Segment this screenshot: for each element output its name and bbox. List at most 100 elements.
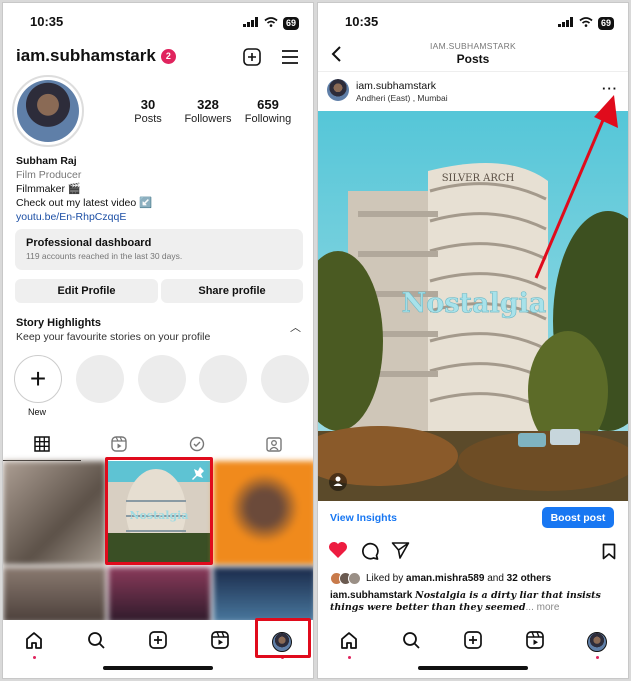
verified-check-icon xyxy=(189,436,205,457)
post-caption: iam.subhamstark Nostalgia is a dirty lia… xyxy=(330,590,620,614)
dashboard-title: Professional dashboard xyxy=(26,237,152,249)
stat-posts-label: Posts xyxy=(134,113,162,125)
share-profile-button[interactable]: Share profile xyxy=(161,279,303,303)
plus-square-icon xyxy=(148,630,168,655)
wifi-icon xyxy=(264,14,278,32)
signal-icon xyxy=(242,14,259,32)
user-tag-icon[interactable] xyxy=(329,473,347,491)
plus-square-icon xyxy=(463,630,483,655)
highlight-box xyxy=(105,457,213,565)
bottom-nav xyxy=(318,620,628,664)
signal-icon xyxy=(557,14,574,32)
liked-by[interactable]: Liked by aman.mishra589 and 32 others xyxy=(330,572,551,585)
profile-username[interactable]: iam.subhamstark 2 xyxy=(16,46,176,66)
grid-icon xyxy=(34,435,50,457)
bookmark-icon[interactable] xyxy=(602,543,616,565)
highlights-title: Story Highlights xyxy=(16,317,101,329)
tab-grid[interactable] xyxy=(3,431,81,461)
home-icon xyxy=(339,630,359,655)
stat-following-count: 659 xyxy=(257,97,279,112)
comment-icon[interactable] xyxy=(360,541,379,565)
status-bar: 10:35 69 xyxy=(318,3,628,39)
nav-create[interactable] xyxy=(138,624,178,660)
home-indicator xyxy=(103,666,213,670)
bio-line-2: Check out my latest video ↙️ xyxy=(16,197,153,209)
post-location[interactable]: Andheri (East) , Mumbai xyxy=(356,93,448,103)
nav-reels[interactable] xyxy=(200,624,240,660)
tagged-person-icon xyxy=(266,436,282,457)
liked-by-others[interactable]: 32 others xyxy=(507,573,551,584)
bio-category: Film Producer xyxy=(16,169,82,181)
profile-bio: Subham Raj Film Producer Filmmaker 🎬 Che… xyxy=(16,154,152,224)
stat-posts[interactable]: 30 Posts xyxy=(118,97,178,125)
profile-stats: 30 Posts 328 Followers 659 Following xyxy=(118,97,298,125)
bio-name: Subham Raj xyxy=(16,155,77,167)
stat-following-label: Following xyxy=(244,113,292,125)
caption-more-link[interactable]: ... more xyxy=(526,602,560,613)
stat-following[interactable]: 659 Following xyxy=(238,97,298,125)
profile-avatar[interactable] xyxy=(12,75,84,147)
stat-followers-count: 328 xyxy=(197,97,219,112)
post-overlay-text: Nostalgia xyxy=(402,288,547,319)
boost-post-button[interactable]: Boost post xyxy=(542,507,614,528)
wifi-icon xyxy=(579,14,593,32)
stat-followers-label: Followers xyxy=(184,113,232,125)
avatar xyxy=(348,572,361,585)
grid-post-thumbnail[interactable] xyxy=(3,567,106,623)
bio-link[interactable]: youtu.be/En-RhpCzqqE xyxy=(16,210,152,224)
post-screen: 10:35 69 IAM.SUBHAMSTARK Posts iam.subha… xyxy=(317,2,629,679)
notification-dot xyxy=(347,656,351,659)
nav-create[interactable] xyxy=(453,624,493,660)
status-time: 10:35 xyxy=(30,14,64,29)
edit-profile-button[interactable]: Edit Profile xyxy=(15,279,158,303)
new-highlight-button[interactable]: + xyxy=(14,355,62,403)
status-bar: 10:35 69 xyxy=(3,3,313,39)
highlight-placeholder xyxy=(199,355,247,403)
nav-search[interactable] xyxy=(391,624,431,660)
menu-icon[interactable] xyxy=(279,46,301,68)
create-post-icon[interactable] xyxy=(241,46,263,68)
bio-line-1: Filmmaker 🎬 xyxy=(16,183,81,195)
post-username[interactable]: iam.subhamstark xyxy=(356,80,436,92)
highlight-placeholder xyxy=(138,355,186,403)
reels-icon xyxy=(210,630,230,655)
grid-post-thumbnail[interactable] xyxy=(213,567,313,623)
liked-by-prefix: Liked by xyxy=(366,573,407,584)
grid-post-thumbnail[interactable] xyxy=(108,567,211,623)
caption-username[interactable]: iam.subhamstark xyxy=(330,590,412,601)
nav-search[interactable] xyxy=(76,624,116,660)
more-options-icon[interactable]: ··· xyxy=(602,81,618,96)
nav-profile[interactable] xyxy=(577,624,617,660)
profile-avatar-icon xyxy=(587,632,607,652)
post-image[interactable]: SILVER ARCH Nostalgia xyxy=(318,111,628,501)
chevron-up-icon[interactable]: ︿ xyxy=(290,319,301,335)
profile-screen: 10:35 69 iam.subhamstark 2 30 Posts 328 Fo… xyxy=(2,2,314,679)
grid-post-thumbnail[interactable] xyxy=(3,461,106,565)
liked-by-and: and xyxy=(484,573,507,584)
highlight-placeholder xyxy=(76,355,124,403)
view-insights-link[interactable]: View Insights xyxy=(330,512,397,524)
liked-by-user[interactable]: aman.mishra589 xyxy=(406,573,484,584)
reels-icon xyxy=(525,630,545,655)
grid-post-thumbnail[interactable] xyxy=(213,461,313,565)
nav-home[interactable] xyxy=(14,624,54,660)
stat-followers[interactable]: 328 Followers xyxy=(178,97,238,125)
notification-dot xyxy=(32,656,36,659)
search-icon xyxy=(401,630,421,655)
status-time: 10:35 xyxy=(345,14,379,29)
nav-reels[interactable] xyxy=(515,624,555,660)
search-icon xyxy=(86,630,106,655)
username-text: iam.subhamstark xyxy=(16,46,156,65)
tab-tagged[interactable] xyxy=(236,431,314,461)
nav-home[interactable] xyxy=(329,624,369,660)
highlight-box xyxy=(255,618,311,658)
reels-icon xyxy=(111,435,127,457)
avatar[interactable] xyxy=(327,79,349,101)
share-send-icon[interactable] xyxy=(391,541,410,565)
heart-filled-icon[interactable] xyxy=(328,541,348,565)
highlight-placeholder xyxy=(261,355,309,403)
stat-posts-count: 30 xyxy=(140,97,156,112)
new-highlight-label: New xyxy=(28,407,47,417)
home-icon xyxy=(24,630,44,655)
professional-dashboard[interactable]: Professional dashboard 119 accounts reac… xyxy=(15,229,303,270)
